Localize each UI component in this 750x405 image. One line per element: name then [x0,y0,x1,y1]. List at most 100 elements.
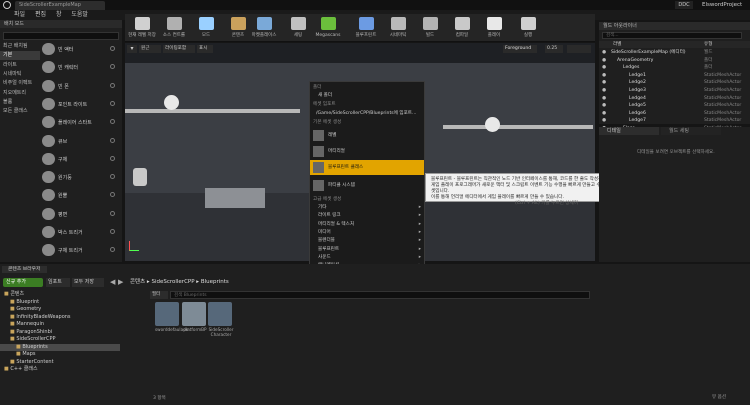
info-icon[interactable] [110,192,115,198]
toolbar-button-10[interactable]: 컴파일 [447,14,477,42]
folder-tree-item[interactable]: ■ Maps [0,351,120,359]
basic-asset-item[interactable]: 머티리얼 [310,144,424,159]
placeable-actor[interactable]: 평면 [0,205,120,223]
visibility-eye-icon[interactable]: ● [602,117,606,125]
viewport-options-button[interactable]: ▾ [127,45,137,53]
import-button[interactable]: 임포트 [46,278,70,287]
tab-world-settings[interactable]: 월드 세팅 [661,127,721,135]
placeable-actor[interactable]: 큐브 [0,132,120,150]
visibility-eye-icon[interactable]: ● [602,102,606,110]
camera-speed-value[interactable] [567,45,591,53]
breadcrumb-blueprints[interactable]: Blueprints [201,279,229,285]
placeable-actor[interactable]: 구체 트리거 [0,241,120,259]
basic-asset-item[interactable]: 파티클 시스템 [310,178,424,193]
perspective-button[interactable]: 원근 [139,45,161,53]
visibility-eye-icon[interactable]: ● [602,87,606,95]
forward-arrow-icon[interactable]: ▶ [118,278,123,287]
info-icon[interactable] [110,210,115,216]
folder-tree-item[interactable]: ■ Blueprints [0,343,120,351]
asset-tile[interactable]: sworddefaulade [155,302,188,344]
visibility-eye-icon[interactable]: ● [602,57,606,65]
advanced-asset-item[interactable]: 라이트 링크 ▸ [310,212,424,220]
visibility-eye-icon[interactable]: ● [602,79,606,87]
toolbar-button-12[interactable]: 실행 [513,14,543,42]
outliner-row[interactable]: ● Ledge4 StaticMeshActor [599,95,750,103]
info-icon[interactable] [110,82,115,88]
breadcrumb-sidescroller[interactable]: SideScrollerCPP [151,279,194,285]
label-column-header[interactable]: 라벨 [613,41,621,48]
outliner-row[interactable]: ● SideScrollerExampleMap (에디터) 월드 [599,49,750,57]
outliner-row[interactable]: ● Ledge5 StaticMeshActor [599,102,750,110]
toolbar-button-2[interactable]: 모드 [191,14,221,42]
toolbar-button-8[interactable]: 시네마틱 [383,14,413,42]
grid-size-value[interactable]: 0.25 [545,45,563,53]
info-icon[interactable] [110,174,115,180]
toolbar-button-7[interactable]: 블루프린트 [351,14,381,42]
content-browser-tab[interactable]: 콘텐츠 브라우저 [2,266,47,273]
info-icon[interactable] [110,119,115,125]
placeable-actor[interactable]: 원기둥 [0,168,120,186]
placeable-actor[interactable]: 원뿔 [0,186,120,204]
asset-tile[interactable]: platformBP [182,302,208,344]
placeable-actor[interactable]: 박스 트리거 [0,223,120,241]
toolbar-button-11[interactable]: 플레이 [479,14,509,42]
outliner-row[interactable]: ● ArenaGeometry 폴더 [599,57,750,65]
visibility-eye-icon[interactable]: ● [602,72,606,80]
menu-window[interactable]: 창 [56,10,62,20]
menu-file[interactable]: 파일 [14,10,25,20]
info-icon[interactable] [110,100,115,106]
outliner-search-input[interactable]: 검색... [602,32,742,39]
placeable-actor[interactable]: 포인트 라이트 [0,95,120,113]
back-arrow-icon[interactable]: ◀ [110,278,115,287]
add-new-button[interactable]: 신규 추가 [3,278,43,287]
asset-tile[interactable]: SideScroller Character [208,302,234,344]
outliner-row[interactable]: ● Ledge2 StaticMeshActor [599,79,750,87]
save-all-button[interactable]: 모두 저장 [72,278,104,287]
folder-tree-item[interactable]: ■ ParagonShinbi [0,329,120,337]
advanced-asset-item[interactable]: 머티리얼 & 텍스처 ▸ [310,221,424,229]
level-tab[interactable]: SideScrollerExampleMap [15,1,105,10]
asset-search-input[interactable]: 검색 Blueprints [170,291,590,299]
folder-tree-item[interactable]: ■ SideScrollerCPP [0,336,120,344]
placeable-actor[interactable]: 플레이어 스타트 [0,113,120,131]
folder-tree-item[interactable]: ■ Blueprint [0,299,120,307]
lit-button[interactable]: 라이팅포함 [163,45,195,53]
advanced-asset-item[interactable]: 블렌더블 ▸ [310,237,424,245]
toolbar-button-5[interactable]: 세팅 [283,14,313,42]
info-icon[interactable] [110,229,115,234]
toolbar-button-4[interactable]: 마켓플레이스 [249,14,279,42]
toolbar-button-1[interactable]: 소스 컨트롤 [159,14,189,42]
info-icon[interactable] [110,137,115,143]
import-item[interactable]: /Game/SideScrollerCPP/Blueprints에 임포트... [310,109,424,118]
toolbar-button-0[interactable]: 현재 레벨 저장 [127,14,157,42]
toolbar-button-9[interactable]: 빌드 [415,14,445,42]
visibility-eye-icon[interactable]: ● [602,64,606,72]
info-icon[interactable] [110,46,115,51]
menu-help[interactable]: 도움말 [71,10,88,20]
view-options-button[interactable]: 뷰 옵션 [712,394,726,400]
outliner-row[interactable]: ● Ledge6 StaticMeshActor [599,110,750,118]
menu-edit[interactable]: 편집 [35,10,46,20]
folder-tree-item[interactable]: ■ C++ 클래스 [0,366,120,374]
outliner-row[interactable]: ● Ledges 폴더 [599,64,750,72]
basic-asset-item[interactable]: 레벨 [310,128,424,143]
placeable-actor[interactable]: 빈 폰 [0,77,120,95]
visibility-eye-icon[interactable]: ● [602,95,606,103]
folder-tree-item[interactable]: ■ InfinityBladeWeapons [0,314,120,322]
folder-tree-item[interactable]: ■ Geometry [0,306,120,314]
visibility-eye-icon[interactable]: ● [602,110,606,118]
info-icon[interactable] [110,247,115,253]
advanced-asset-item[interactable]: 사운드 ▸ [310,254,424,262]
advanced-asset-item[interactable]: 블루프린트 ▸ [310,246,424,254]
advanced-asset-item[interactable]: 미디어 ▸ [310,229,424,237]
folder-tree-item[interactable]: ■ 콘텐츠 [0,291,120,299]
toolbar-button-6[interactable]: Megascans [313,14,343,42]
show-button[interactable]: 표시 [197,45,213,53]
info-icon[interactable] [110,155,115,161]
outliner-row[interactable]: ● Ledge3 StaticMeshActor [599,87,750,95]
outliner-row[interactable]: ● Ledge1 StaticMeshActor [599,72,750,80]
foreground-button[interactable]: Foreground [503,45,537,53]
placeable-actor[interactable]: 빈 액터 [0,40,120,58]
filter-button[interactable]: 필터 [150,291,168,299]
folder-tree-item[interactable]: ■ Mannequin [0,321,120,329]
